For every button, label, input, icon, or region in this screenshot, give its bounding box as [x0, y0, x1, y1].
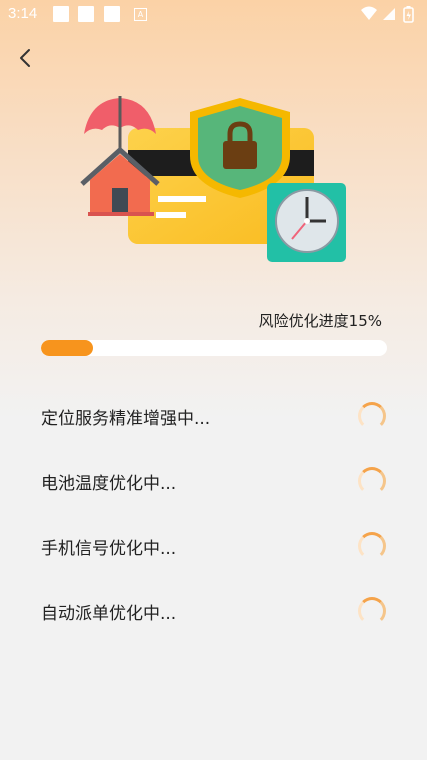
progress-bar	[41, 340, 387, 356]
status-icons	[361, 6, 414, 23]
loading-spinner-icon	[358, 532, 386, 560]
clock-icon	[267, 183, 346, 262]
task-label: 定位服务精准增强中...	[41, 409, 211, 429]
signal-icon	[383, 8, 395, 20]
hero-illustration	[80, 96, 346, 262]
wifi-icon	[361, 6, 377, 20]
battery-charging-icon	[403, 6, 414, 23]
list-item: 电池温度优化中...	[0, 447, 427, 512]
progress-fill	[41, 340, 93, 356]
task-list: 定位服务精准增强中... 电池温度优化中... 手机信号优化中... 自动派单优…	[0, 382, 427, 642]
loading-spinner-icon	[358, 467, 386, 495]
task-label: 自动派单优化中...	[41, 604, 177, 624]
back-button[interactable]	[12, 44, 40, 72]
loading-spinner-icon	[358, 402, 386, 430]
list-item: 手机信号优化中...	[0, 512, 427, 577]
status-bar: 3:14 A	[0, 0, 427, 28]
list-item: 定位服务精准增强中...	[0, 382, 427, 447]
square-notification-icon	[104, 6, 120, 22]
square-notification-icon	[53, 6, 69, 22]
progress-label: 风险优化进度15%	[258, 312, 382, 330]
loading-spinner-icon	[358, 597, 386, 625]
list-item: 自动派单优化中...	[0, 577, 427, 642]
a-notification-icon: A	[134, 8, 147, 21]
square-notification-icon	[78, 6, 94, 22]
task-label: 电池温度优化中...	[41, 474, 177, 494]
chevron-left-icon	[20, 49, 30, 67]
status-time: 3:14	[8, 5, 38, 22]
task-label: 手机信号优化中...	[41, 539, 177, 559]
